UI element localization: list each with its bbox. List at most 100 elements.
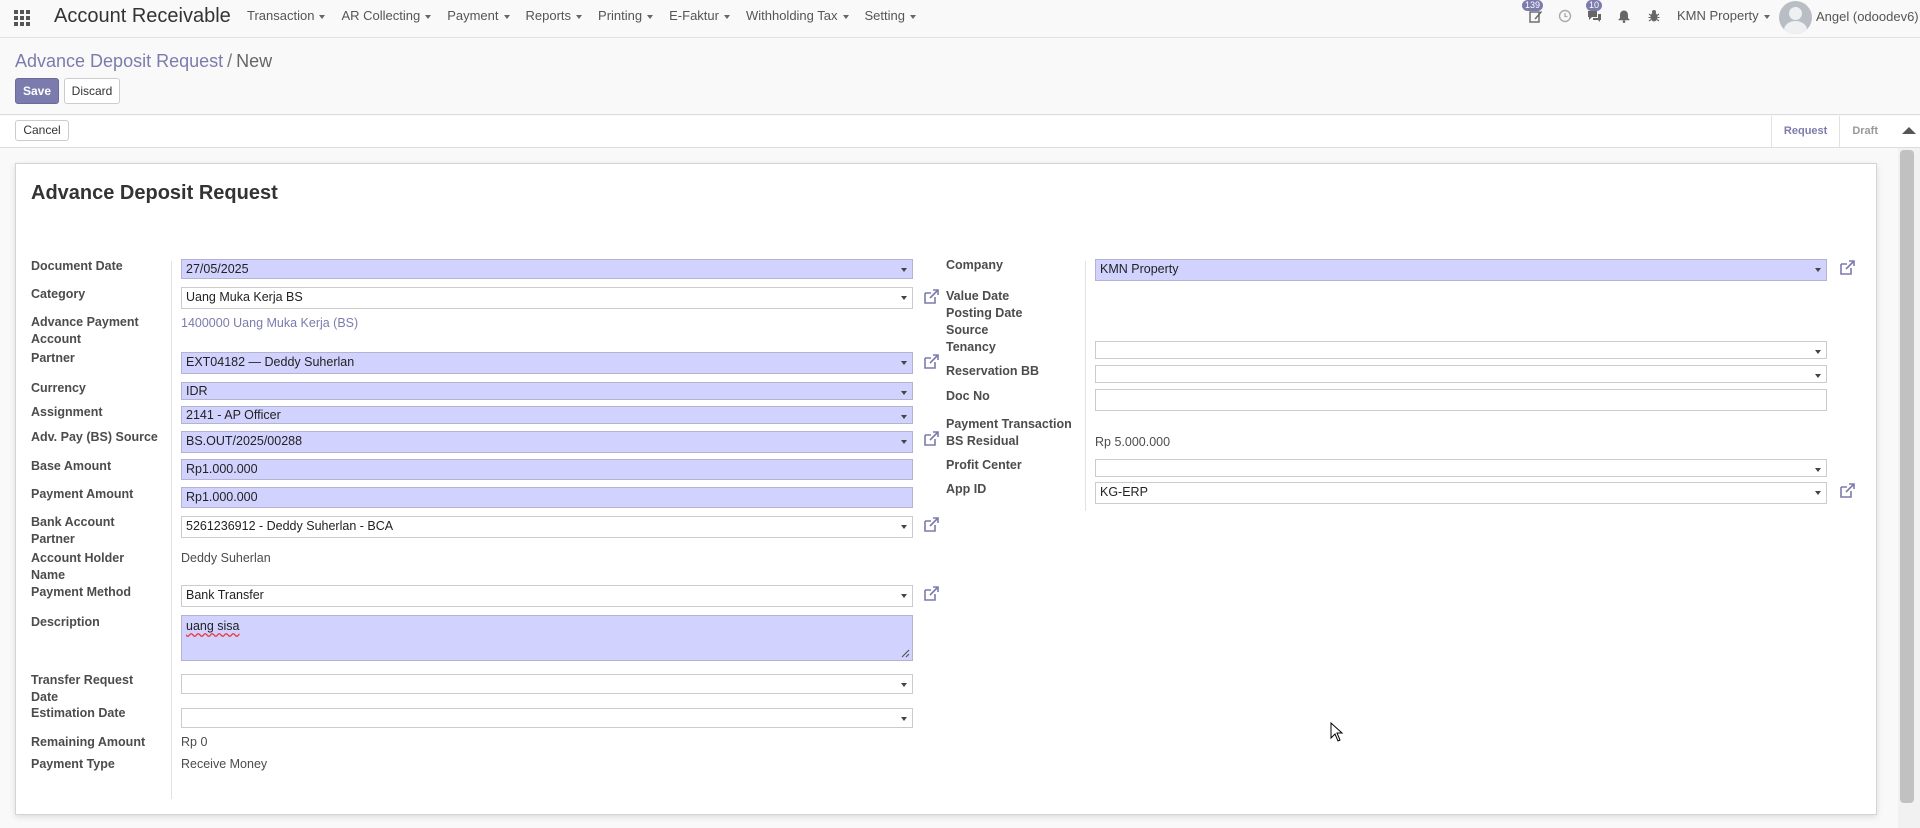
value-date-label: Value Date [946,289,1010,303]
control-panel: Advance Deposit Request / New Save Discard [0,38,1920,115]
posting-date-label: Posting Date [946,306,1023,320]
company-switcher[interactable]: KMN Property [1677,8,1770,23]
app-id-external-link-icon[interactable] [1838,482,1856,500]
adv-pay-source-label: Adv. Pay (BS) Source [31,430,158,444]
scroll-up-arrow[interactable] [1898,123,1920,137]
breadcrumb-separator: / [227,51,233,71]
user-avatar[interactable] [1779,1,1812,34]
doc-no-label: Doc No [946,389,990,403]
form-area: Advance Deposit Request Document Date 27… [0,148,1898,828]
base-amount-label: Base Amount [31,459,112,473]
cancel-button[interactable]: Cancel [15,120,69,141]
payment-method-field[interactable]: Bank Transfer [181,585,913,607]
category-field[interactable]: Uang Muka Kerja BS [181,287,913,309]
payment-method-external-link-icon[interactable] [922,585,940,603]
adv-payment-account-label: Advance Payment Account [31,315,139,346]
form-sheet: Advance Deposit Request Document Date 27… [15,163,1877,815]
assignment-label: Assignment [31,405,103,419]
chat-icon[interactable] [1585,9,1603,27]
document-date-label: Document Date [31,259,123,273]
menu-setting[interactable]: Setting [857,8,924,24]
bank-account-external-link-icon[interactable] [922,516,940,534]
messages-count-badge: 10 [1586,0,1603,11]
breadcrumb: Advance Deposit Request / New [15,51,272,72]
adv-pay-source-field[interactable]: BS.OUT/2025/00288 [181,431,913,453]
menu-efaktur[interactable]: E-Faktur [661,8,738,24]
source-label: Source [946,323,989,337]
payment-method-label: Payment Method [31,585,132,599]
doc-no-field[interactable] [1095,389,1827,411]
form-title: Advance Deposit Request [31,182,278,204]
save-button[interactable]: Save [15,78,59,104]
bank-account-partner-field[interactable]: 5261236912 - Deddy Suherlan - BCA [181,516,913,538]
bs-residual-value: Rp 5.000.000 [1095,435,1171,449]
reservation-bb-label: Reservation BB [946,364,1040,378]
partner-external-link-icon[interactable] [922,353,940,371]
description-text: uang sisa [186,619,240,633]
mouse-cursor-icon [1330,722,1344,742]
app-title: Account Receivable [54,5,231,27]
stage-draft[interactable]: Draft [1839,116,1890,147]
activity-count-badge: 139 [1522,0,1544,11]
adv-payment-account-link[interactable]: 1400000 Uang Muka Kerja (BS) [181,315,358,332]
payment-type-label: Payment Type [31,757,115,771]
company-external-link-icon[interactable] [1838,259,1856,277]
assignment-field[interactable]: 2141 - AP Officer [181,406,913,424]
app-id-label: App ID [946,482,987,496]
bell-icon[interactable] [1615,9,1633,27]
tenancy-field[interactable] [1095,341,1827,359]
menu-payment[interactable]: Payment [439,8,517,24]
menu-transaction[interactable]: Transaction [239,8,333,24]
company-label: Company [946,258,1003,272]
tenancy-label: Tenancy [946,340,996,354]
stage-request[interactable]: Request [1770,116,1839,147]
right-column-divider [1085,261,1086,511]
app-id-field[interactable]: KG-ERP [1095,482,1827,504]
category-label: Category [31,287,86,301]
currency-field[interactable]: IDR [181,382,913,400]
document-date-field[interactable]: 27/05/2025 [181,259,913,279]
menu-printing[interactable]: Printing [590,8,661,24]
category-external-link-icon[interactable] [922,288,940,306]
payment-transaction-label: Payment Transaction [946,417,1072,431]
left-column-divider [171,261,172,799]
account-holder-name-label: Account Holder Name [31,551,125,582]
apps-grid-icon[interactable] [14,10,30,26]
status-stages: Request Draft [1770,116,1890,147]
activity-edit-icon[interactable] [1527,9,1545,27]
breadcrumb-parent[interactable]: Advance Deposit Request [15,51,223,71]
base-amount-field[interactable]: Rp1.000.000 [181,459,913,480]
estimation-date-field[interactable] [181,708,913,728]
transfer-request-date-field[interactable] [181,674,913,694]
bank-account-partner-label: Bank Account Partner [31,515,115,546]
partner-label: Partner [31,351,75,365]
clock-icon[interactable] [1556,9,1574,27]
bs-residual-label: BS Residual [946,434,1019,448]
estimation-date-label: Estimation Date [31,706,126,720]
menu-withholding-tax[interactable]: Withholding Tax [738,8,857,24]
resize-grip-icon[interactable] [900,648,910,658]
payment-amount-field[interactable]: Rp1.000.000 [181,487,913,508]
top-navbar: Account Receivable Transaction AR Collec… [0,0,1920,38]
payment-type-value: Receive Money [181,757,268,771]
menu-ar-collecting[interactable]: AR Collecting [333,8,439,24]
profit-center-label: Profit Center [946,458,1022,472]
description-textarea[interactable]: uang sisa [181,615,913,661]
currency-label: Currency [31,381,86,395]
discard-button[interactable]: Discard [64,78,120,104]
payment-amount-label: Payment Amount [31,487,134,501]
reservation-bb-field[interactable] [1095,365,1827,383]
account-holder-name-value: Deddy Suherlan [181,551,271,565]
company-field[interactable]: KMN Property [1095,259,1827,281]
breadcrumb-current: New [236,51,273,71]
remaining-amount-value: Rp 0 [181,735,208,749]
transfer-request-date-label: Transfer Request Date [31,673,134,704]
adv-pay-source-external-link-icon[interactable] [922,430,940,448]
debug-bug-icon[interactable] [1645,9,1663,27]
partner-field[interactable]: EXT04182 — Deddy Suherlan [181,352,913,374]
remaining-amount-label: Remaining Amount [31,735,146,749]
menu-reports[interactable]: Reports [518,8,591,24]
profit-center-field[interactable] [1095,459,1827,477]
user-name[interactable]: Angel (odoodev6) [1816,9,1919,24]
scrollbar-thumb[interactable] [1900,150,1914,803]
